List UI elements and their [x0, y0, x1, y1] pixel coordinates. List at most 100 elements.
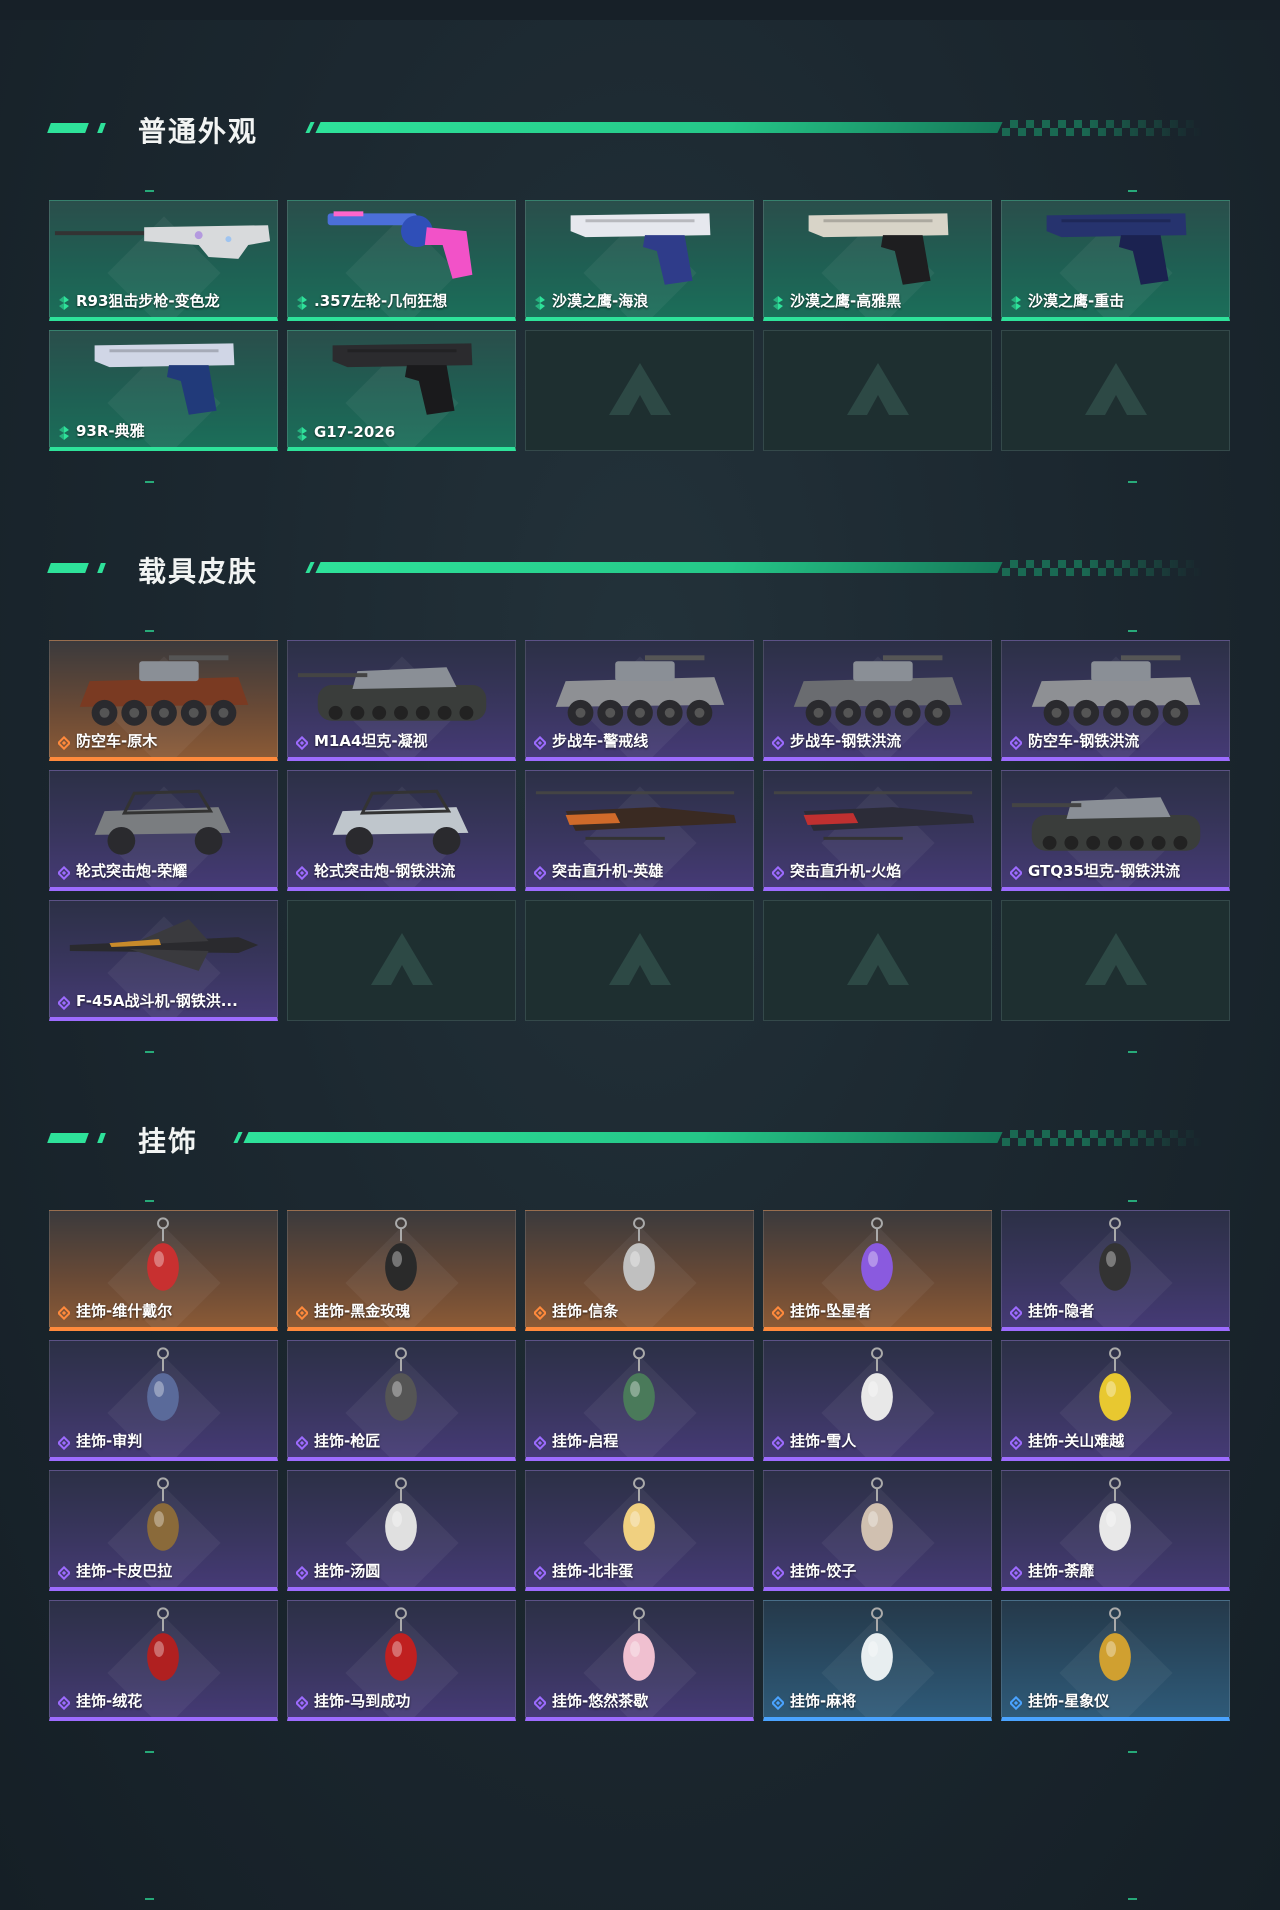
item-label: 挂饰-北非蛋	[532, 1560, 633, 1581]
rarity-icon	[532, 735, 548, 750]
item-card[interactable]: 挂饰-隐者	[1001, 1210, 1230, 1331]
header-dash	[47, 123, 89, 133]
rarity-icon	[532, 1435, 548, 1450]
header-accent-line	[233, 1132, 1003, 1143]
item-label: 轮式突击炮-荣耀	[56, 860, 188, 881]
empty-slot	[525, 330, 754, 451]
item-name: 突击直升机-英雄	[552, 862, 664, 880]
item-card[interactable]: 挂饰-审判	[49, 1340, 278, 1461]
item-card[interactable]: 挂饰-麻将	[763, 1600, 992, 1721]
header-dash	[47, 1133, 89, 1143]
item-name: 挂饰-雪人	[790, 1432, 857, 1450]
helicopter-icon	[535, 791, 737, 840]
item-card[interactable]: GTQ35坦克-钢铁洪流	[1001, 770, 1230, 891]
rarity-icon	[1008, 1435, 1024, 1450]
item-card[interactable]: 挂饰-卡皮巴拉	[49, 1470, 278, 1591]
rarity-icon	[532, 1695, 548, 1710]
item-card[interactable]: 挂饰-北非蛋	[525, 1470, 754, 1591]
item-card[interactable]: 挂饰-雪人	[763, 1340, 992, 1461]
item-name: 挂饰-隐者	[1028, 1302, 1095, 1320]
item-card[interactable]: 挂饰-关山难越	[1001, 1340, 1230, 1461]
item-card[interactable]: 步战车-警戒线	[525, 640, 754, 761]
item-label: 挂饰-关山难越	[1008, 1430, 1124, 1451]
item-name: 挂饰-悠然茶歇	[552, 1692, 649, 1710]
item-name: 轮式突击炮-荣耀	[76, 862, 188, 880]
item-card[interactable]: R93狙击步枪-变色龙	[49, 200, 278, 321]
item-card[interactable]: M1A4坦克-凝视	[287, 640, 516, 761]
rarity-icon	[294, 1435, 310, 1450]
item-label: 突击直升机-英雄	[532, 860, 664, 881]
item-card[interactable]: 挂饰-黑金玫瑰	[287, 1210, 516, 1331]
charm-icon	[623, 1217, 655, 1291]
item-label: 轮式突击炮-钢铁洪流	[294, 860, 455, 881]
rarity-icon	[1008, 735, 1024, 750]
charm-icon	[1099, 1217, 1131, 1291]
rarity-icon	[1008, 1695, 1024, 1710]
item-name: GTQ35坦克-钢铁洪流	[1028, 862, 1181, 880]
item-card[interactable]: 防空车-原木	[49, 640, 278, 761]
item-label: GTQ35坦克-钢铁洪流	[1008, 860, 1181, 881]
pistol-icon	[94, 343, 235, 415]
corner-tick	[145, 1051, 154, 1053]
item-label: 挂饰-黑金玫瑰	[294, 1300, 411, 1321]
item-label: 挂饰-悠然茶歇	[532, 1690, 649, 1711]
item-card[interactable]: 防空车-钢铁洪流	[1001, 640, 1230, 761]
item-name: 挂饰-马到成功	[314, 1692, 411, 1710]
item-card[interactable]: 沙漠之鹰-海浪	[525, 200, 754, 321]
rarity-icon	[294, 1305, 310, 1320]
rarity-icon	[532, 865, 548, 880]
empty-slot	[525, 900, 754, 1021]
item-card[interactable]: 突击直升机-火焰	[763, 770, 992, 891]
item-card[interactable]: 挂饰-悠然茶歇	[525, 1600, 754, 1721]
corner-tick	[145, 1200, 154, 1202]
item-name: 沙漠之鹰-重击	[1028, 292, 1125, 310]
item-card[interactable]: 沙漠之鹰-重击	[1001, 200, 1230, 321]
rarity-icon	[294, 865, 310, 880]
item-card[interactable]: 挂饰-星象仪	[1001, 1600, 1230, 1721]
rarity-icon	[56, 1305, 72, 1320]
rarity-icon	[770, 1565, 786, 1580]
pistol-icon	[570, 213, 711, 285]
item-label: 挂饰-卡皮巴拉	[56, 1560, 172, 1581]
item-label: 挂饰-星象仪	[1008, 1690, 1109, 1711]
item-card[interactable]: G17-2026	[287, 330, 516, 451]
item-card[interactable]: 步战车-钢铁洪流	[763, 640, 992, 761]
item-card[interactable]: F-45A战斗机-钢铁洪...	[49, 900, 278, 1021]
item-name: 防空车-钢铁洪流	[1028, 732, 1140, 750]
item-card[interactable]: 突击直升机-英雄	[525, 770, 754, 891]
charm-icon	[147, 1347, 179, 1421]
corner-tick	[1128, 1051, 1137, 1053]
item-card[interactable]: 93R-典雅	[49, 330, 278, 451]
item-card[interactable]: 挂饰-绒花	[49, 1600, 278, 1721]
item-card[interactable]: 挂饰-荼靡	[1001, 1470, 1230, 1591]
item-card[interactable]: 挂饰-启程	[525, 1340, 754, 1461]
item-label: R93狙击步枪-变色龙	[58, 290, 220, 311]
item-card[interactable]: 挂饰-坠星者	[763, 1210, 992, 1331]
rarity-icon	[56, 995, 72, 1010]
item-card[interactable]: 挂饰-枪匠	[287, 1340, 516, 1461]
section-appearance: 普通外观 R93狙击步枪-变色龙 .357左轮-几何狂想 沙漠之鹰-海浪 沙漠之鹰-高雅…	[0, 108, 1280, 483]
item-card[interactable]: 轮式突击炮-钢铁洪流	[287, 770, 516, 891]
item-name: 步战车-钢铁洪流	[790, 732, 902, 750]
item-name: R93狙击步枪-变色龙	[76, 292, 220, 310]
item-card[interactable]: 轮式突击炮-荣耀	[49, 770, 278, 891]
item-card[interactable]: 挂饰-马到成功	[287, 1600, 516, 1721]
item-label: 挂饰-荼靡	[1008, 1560, 1094, 1581]
placeholder-logo-icon	[1081, 359, 1151, 423]
item-card[interactable]: 挂饰-饺子	[763, 1470, 992, 1591]
item-name: 挂饰-绒花	[76, 1692, 143, 1710]
rarity-icon	[770, 735, 786, 750]
rarity-icon	[56, 1695, 72, 1710]
item-name: 93R-典雅	[76, 422, 145, 440]
item-card[interactable]: 挂饰-维什戴尔	[49, 1210, 278, 1331]
rarity-icon	[1008, 1305, 1024, 1320]
item-card[interactable]: 挂饰-汤圆	[287, 1470, 516, 1591]
item-card[interactable]: 沙漠之鹰-高雅黑	[763, 200, 992, 321]
item-label: .357左轮-几何狂想	[296, 290, 447, 311]
charm-icon	[147, 1477, 179, 1551]
placeholder-logo-icon	[367, 929, 437, 993]
item-card[interactable]: .357左轮-几何狂想	[287, 200, 516, 321]
item-name: 挂饰-黑金玫瑰	[314, 1302, 411, 1320]
section-title: 载具皮肤	[138, 555, 259, 588]
item-card[interactable]: 挂饰-信条	[525, 1210, 754, 1331]
